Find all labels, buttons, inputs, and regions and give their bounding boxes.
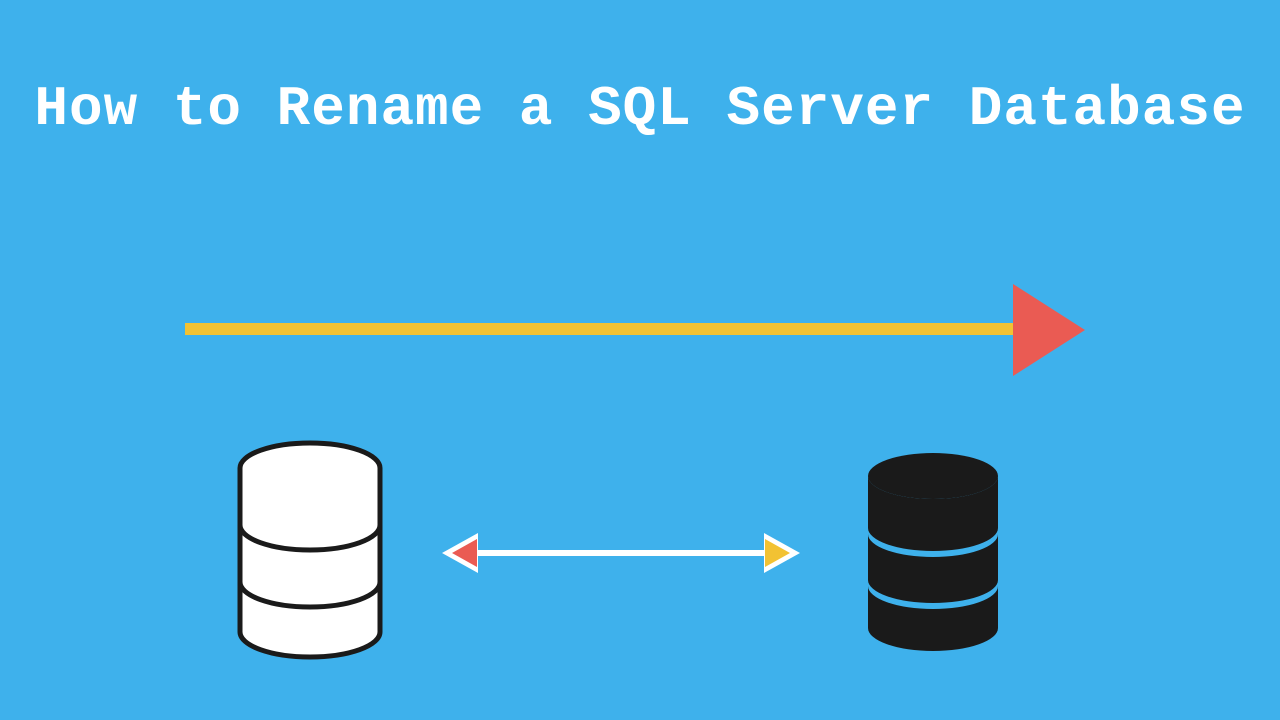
main-arrow-icon (185, 284, 1095, 374)
double-arrow-icon (442, 528, 800, 578)
database-comparison (0, 430, 1280, 690)
arrow-shaft (185, 323, 1020, 335)
arrow-head-icon (1013, 284, 1085, 376)
page-title: How to Rename a SQL Server Database (0, 0, 1280, 148)
database-right-icon (858, 450, 1008, 660)
arrow-left-icon (452, 539, 477, 567)
database-left-icon (230, 440, 390, 665)
arrow-right-icon (765, 539, 790, 567)
double-arrow-shaft (472, 550, 770, 556)
